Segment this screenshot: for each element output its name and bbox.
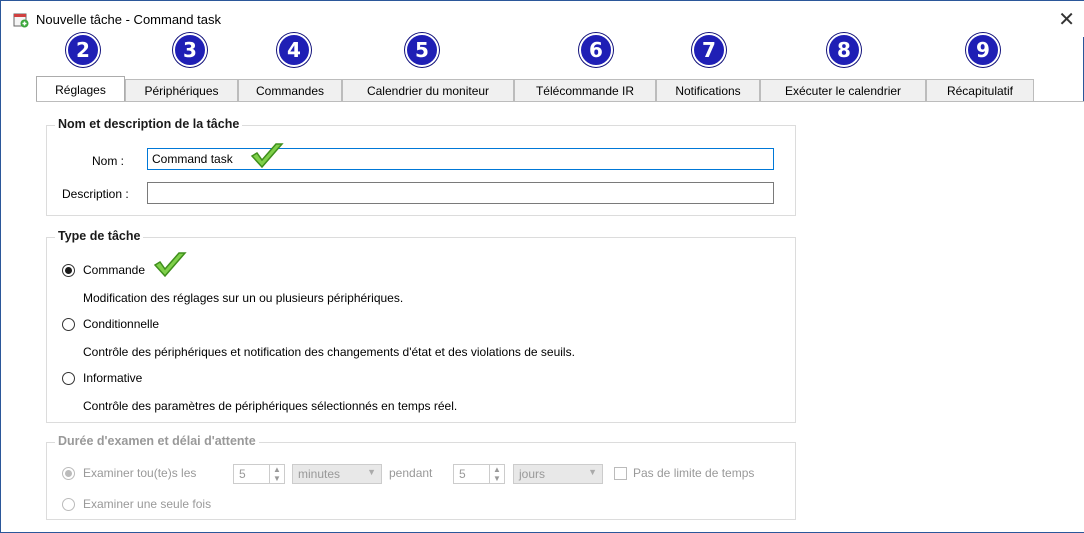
- spinner-arrows-icon[interactable]: ▲ ▼: [269, 465, 284, 483]
- duration-group: Durée d'examen et délai d'attente Examin…: [46, 434, 796, 520]
- step-badge-4: 4: [277, 33, 311, 67]
- title-bar: Nouvelle tâche - Command task ✕: [1, 1, 1084, 37]
- step-badge-6: 6: [579, 33, 613, 67]
- interval-unit-select[interactable]: minutes ▼: [292, 464, 382, 484]
- step-badge-2: 2: [66, 33, 100, 67]
- window-title: Nouvelle tâche - Command task: [36, 12, 221, 27]
- step-badge-3: 3: [173, 33, 207, 67]
- name-description-group: Nom et description de la tâche Nom : Com…: [46, 117, 796, 216]
- radio-informative[interactable]: [62, 372, 75, 385]
- name-label: Nom :: [92, 154, 125, 168]
- spinner-arrows-icon[interactable]: ▲ ▼: [489, 465, 504, 483]
- step-badge-8: 8: [827, 33, 861, 67]
- duration-unit-select[interactable]: jours ▼: [513, 464, 603, 484]
- radio-commande[interactable]: [62, 264, 75, 277]
- description-input[interactable]: [147, 182, 774, 204]
- dialog-window: Nouvelle tâche - Command task ✕ 2 3 4 5 …: [0, 0, 1084, 533]
- duration-value: 5: [459, 467, 466, 481]
- group-title: Type de tâche: [55, 229, 144, 243]
- during-label: pendant: [389, 466, 433, 480]
- step-badge-7: 7: [692, 33, 726, 67]
- checkmark-icon: [153, 252, 187, 278]
- step-badge-9: 9: [966, 33, 1000, 67]
- tab-notifications[interactable]: Notifications: [656, 79, 760, 101]
- chevron-down-icon: ▼: [367, 467, 376, 477]
- tab-telecommande-ir[interactable]: Télécommande IR: [514, 79, 656, 101]
- group-title: Nom et description de la tâche: [55, 117, 243, 131]
- description-label: Description :: [62, 187, 129, 201]
- option-description: Modification des réglages sur un ou plus…: [83, 291, 404, 305]
- close-icon[interactable]: ✕: [1058, 7, 1075, 31]
- radio-label-commande[interactable]: Commande: [83, 263, 145, 277]
- radio-label-informative[interactable]: Informative: [83, 371, 142, 385]
- name-input[interactable]: Command task: [147, 148, 774, 170]
- examine-once-label: Examiner une seule fois: [83, 497, 212, 511]
- radio-examine-once[interactable]: [62, 498, 75, 511]
- tab-commandes[interactable]: Commandes: [238, 79, 342, 101]
- examine-every-label: Examiner tou(te)s les: [83, 466, 197, 480]
- duration-stepper[interactable]: 5 ▲ ▼: [453, 464, 505, 484]
- tab-peripheriques[interactable]: Périphériques: [125, 79, 238, 101]
- tab-executer-calendrier[interactable]: Exécuter le calendrier: [760, 79, 926, 101]
- task-type-group: Type de tâche Commande Modification des …: [46, 229, 796, 423]
- radio-conditionnelle[interactable]: [62, 318, 75, 331]
- interval-stepper[interactable]: 5 ▲ ▼: [233, 464, 285, 484]
- interval-value: 5: [239, 467, 246, 481]
- radio-label-conditionnelle[interactable]: Conditionnelle: [83, 317, 159, 331]
- duration-unit-value: jours: [519, 467, 546, 481]
- tab-panel-reglages: Nom et description de la tâche Nom : Com…: [36, 101, 1084, 532]
- step-badge-5: 5: [405, 33, 439, 67]
- task-icon: [13, 13, 29, 28]
- group-title: Durée d'examen et délai d'attente: [55, 434, 259, 448]
- tab-reglages[interactable]: Réglages: [36, 76, 125, 101]
- radio-examine-every[interactable]: [62, 467, 75, 480]
- checkmark-icon: [250, 143, 284, 169]
- option-description: Contrôle des périphériques et notificati…: [83, 345, 575, 359]
- tab-calendrier-moniteur[interactable]: Calendrier du moniteur: [342, 79, 514, 101]
- no-limit-checkbox[interactable]: [614, 467, 627, 480]
- interval-unit-value: minutes: [298, 467, 341, 481]
- chevron-down-icon: ▼: [588, 467, 597, 477]
- option-description: Contrôle des paramètres de périphériques…: [83, 399, 458, 413]
- tab-recapitulatif[interactable]: Récapitulatif: [926, 79, 1034, 101]
- no-limit-label: Pas de limite de temps: [633, 466, 755, 480]
